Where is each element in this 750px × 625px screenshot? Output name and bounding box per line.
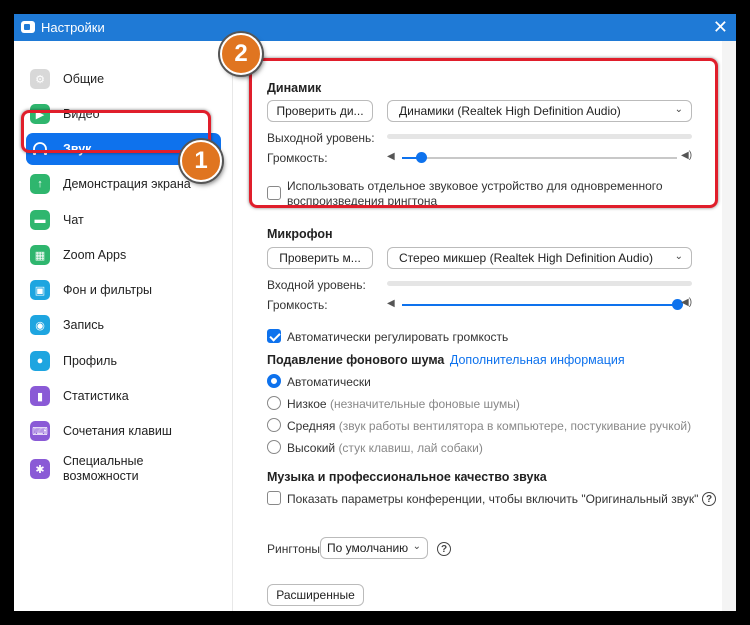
original-sound-label: Показать параметры конференции, чтобы вк… xyxy=(287,492,699,506)
profile-icon: ● xyxy=(30,351,50,371)
zoom-app-icon xyxy=(21,21,35,33)
volume-low-icon: ◀ xyxy=(387,298,395,309)
screen-share-icon: ↑ xyxy=(30,174,50,194)
sidebar-item-label: Фон и фильтры xyxy=(63,282,153,297)
settings-window: Настройки ✕ ⚙ Общие ▶ Видео Звук ↑ Демон… xyxy=(14,14,736,611)
microphone-device-select[interactable]: Стерео микшер (Realtek High Definition A… xyxy=(387,247,692,269)
microphone-device-value: Стерео микшер (Realtek High Definition A… xyxy=(399,251,653,265)
ringtones-label: Рингтоны xyxy=(267,542,320,556)
title-bar: Настройки ✕ xyxy=(14,14,736,41)
gear-icon: ⚙ xyxy=(30,69,50,89)
more-info-link[interactable]: Дополнительная информация xyxy=(450,353,625,367)
noise-radio-medium[interactable] xyxy=(267,418,281,432)
noise-radio-low[interactable] xyxy=(267,396,281,410)
volume-high-icon: ◀) xyxy=(681,297,693,308)
sidebar-item-background[interactable]: ▣ Фон и фильтры xyxy=(26,274,221,306)
noise-suppression-label: Подавление фонового шума xyxy=(267,353,445,367)
chevron-down-icon: ⌄ xyxy=(674,251,683,262)
sidebar-item-label: Статистика xyxy=(63,388,129,403)
sidebar-item-label: Чат xyxy=(63,212,84,227)
chevron-down-icon: ⌄ xyxy=(412,541,421,552)
window-title: Настройки xyxy=(41,20,105,35)
advanced-button[interactable]: Расширенные xyxy=(267,584,364,606)
help-icon[interactable]: ? xyxy=(437,542,451,556)
help-icon[interactable]: ? xyxy=(702,492,716,506)
close-icon[interactable]: ✕ xyxy=(713,17,728,37)
sidebar-item-label: Сочетания клавиш xyxy=(63,423,172,438)
sidebar-item-label: Специальные возможности xyxy=(63,454,144,483)
sidebar-item-shortcuts[interactable]: ⌨ Сочетания клавиш xyxy=(26,415,221,447)
noise-radio-high[interactable] xyxy=(267,440,281,454)
original-sound-checkbox[interactable] xyxy=(267,491,281,505)
annotation-frame-speaker xyxy=(249,58,718,208)
apps-icon: ▦ xyxy=(30,245,50,265)
record-icon: ◉ xyxy=(30,315,50,335)
input-level-meter xyxy=(387,281,692,286)
statistics-icon: ▮ xyxy=(30,386,50,406)
sidebar-item-statistics[interactable]: ▮ Статистика xyxy=(26,380,221,412)
sidebar-item-chat[interactable]: ▬ Чат xyxy=(26,204,221,236)
sidebar-item-general[interactable]: ⚙ Общие xyxy=(26,63,221,95)
auto-adjust-volume-label: Автоматически регулировать громкость xyxy=(287,330,509,344)
sidebar-item-label: Запись xyxy=(63,317,105,332)
scrollbar[interactable] xyxy=(722,41,736,611)
noise-option-high: Высокий (стук клавиш, лай собаки) xyxy=(287,441,483,455)
noise-option-auto: Автоматически xyxy=(287,375,371,389)
ringtones-value: По умолчанию xyxy=(327,541,409,555)
noise-suppression-title: Подавление фонового шума Дополнительная … xyxy=(267,353,625,367)
auto-adjust-volume-checkbox[interactable] xyxy=(267,329,281,343)
microphone-volume-fill xyxy=(402,304,677,306)
noise-option-low: Низкое (незначительные фоновые шумы) xyxy=(287,397,520,411)
keyboard-icon: ⌨ xyxy=(30,421,50,441)
ringtones-select[interactable]: По умолчанию ⌄ xyxy=(320,537,428,559)
microphone-volume-label: Громкость: xyxy=(267,298,328,312)
sidebar-item-label: Zoom Apps xyxy=(63,247,127,262)
sidebar-item-recording[interactable]: ◉ Запись xyxy=(26,309,221,341)
accessibility-icon: ✱ xyxy=(30,459,50,479)
sidebar-item-profile[interactable]: ● Профиль xyxy=(26,345,221,377)
noise-radio-auto[interactable] xyxy=(267,374,281,388)
test-microphone-button[interactable]: Проверить м... xyxy=(267,247,373,269)
sidebar-item-label: Общие xyxy=(63,71,105,86)
microphone-section-title: Микрофон xyxy=(267,227,333,241)
sidebar-item-zoom-apps[interactable]: ▦ Zoom Apps xyxy=(26,239,221,271)
noise-option-medium: Средняя (звук работы вентилятора в компь… xyxy=(287,419,692,433)
annotation-badge-2: 2 xyxy=(220,33,262,75)
sidebar-item-label: Профиль xyxy=(63,353,117,368)
background-icon: ▣ xyxy=(30,280,50,300)
annotation-frame-audio xyxy=(21,110,211,153)
sidebar-item-label: Демонстрация экрана xyxy=(63,176,191,191)
music-section-title: Музыка и профессиональное качество звука xyxy=(267,470,547,484)
sidebar-item-accessibility[interactable]: ✱ Специальные возможности xyxy=(26,451,221,487)
input-level-label: Входной уровень: xyxy=(267,278,366,292)
annotation-badge-1: 1 xyxy=(180,140,222,182)
chat-icon: ▬ xyxy=(30,210,50,230)
